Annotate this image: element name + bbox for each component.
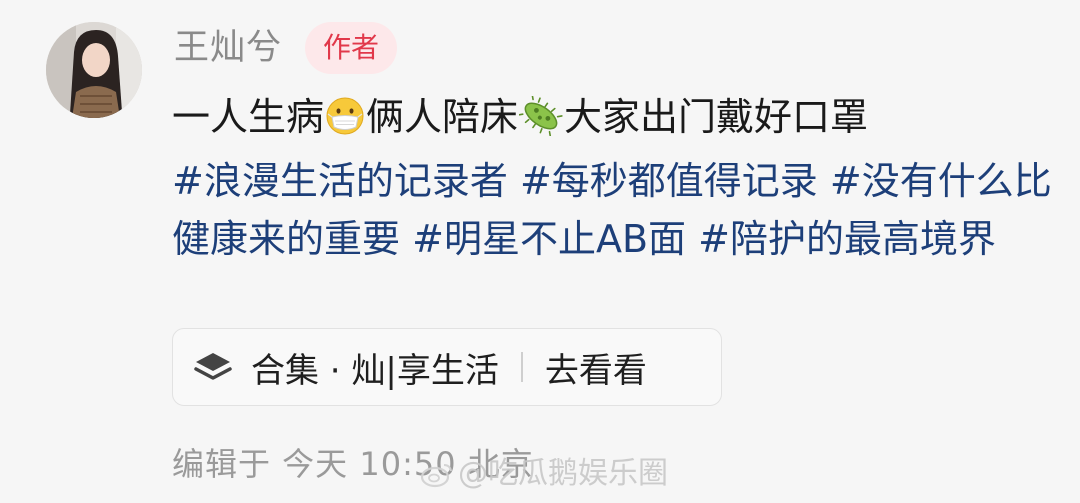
post-content: 一人生病 俩人陪床 大家出门戴好口罩 #浪漫生活的记录者 #每秒都值得记录 #没…	[172, 88, 1052, 268]
hashtag-link[interactable]: #每秒都值得记录	[520, 159, 818, 203]
hashtag-link[interactable]: #明星不止AB面	[412, 217, 686, 261]
collection-card[interactable]: 合集 · 灿|享生活 去看看	[172, 328, 722, 406]
view-collection-button[interactable]: 去看看	[545, 343, 647, 392]
divider	[520, 352, 523, 382]
watermark: @吃瓜鹅娱乐圈	[420, 452, 668, 496]
avatar[interactable]	[46, 22, 142, 118]
author-badge: 作者	[305, 22, 397, 74]
hashtag-link[interactable]: #浪漫生活的记录者	[172, 159, 508, 203]
layers-icon	[193, 349, 233, 385]
collection-label: 合集 · 灿|享生活	[251, 350, 499, 391]
microbe-emoji-icon	[517, 94, 563, 152]
avatar-photo	[46, 22, 142, 118]
post-text: 一人生病	[172, 95, 325, 139]
post-text: 俩人陪床	[366, 95, 519, 139]
username[interactable]: 王灿兮	[174, 26, 282, 70]
mask-face-emoji-icon	[325, 94, 365, 152]
weibo-logo-icon	[420, 460, 454, 488]
post-text: 大家出门戴好口罩	[564, 95, 869, 139]
watermark-text: @吃瓜鹅娱乐圈	[458, 456, 668, 491]
hashtag-link[interactable]: #陪护的最高境界	[698, 217, 996, 261]
post-card: 王灿兮 作者 一人生病 俩人陪床 大家出门戴好口罩 #浪漫生活的记录者 #每秒都…	[0, 0, 1080, 503]
